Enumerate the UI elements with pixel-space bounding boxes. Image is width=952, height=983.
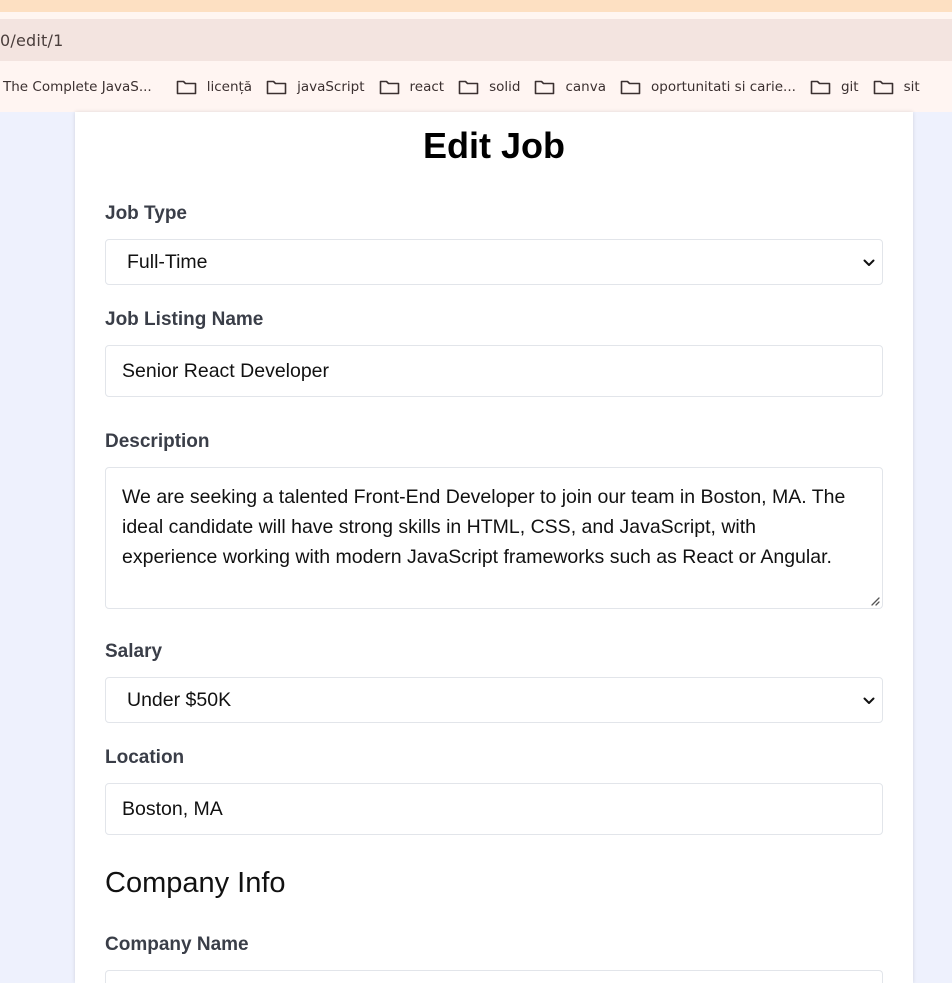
description-textarea[interactable]: We are seeking a talented Front-End Deve… xyxy=(105,467,883,609)
bookmark-label: oportunitati si carie... xyxy=(650,78,796,95)
folder-icon xyxy=(873,80,893,94)
salary-select[interactable]: Under $50K xyxy=(105,677,883,723)
bookmark-folder-canva[interactable]: canva xyxy=(527,74,613,100)
folder-icon xyxy=(810,80,831,94)
company-name-input[interactable] xyxy=(105,970,883,983)
location-input[interactable]: Boston, MA xyxy=(105,783,883,835)
bookmark-folder-git[interactable]: git xyxy=(803,74,866,100)
edit-job-card: Edit Job Job Type Full-Time Job Listing … xyxy=(75,112,913,983)
salary-label: Salary xyxy=(105,641,163,662)
address-bar-url[interactable]: 0/edit/1 xyxy=(0,31,63,50)
browser-strip-gap xyxy=(0,12,952,19)
salary-value: Under $50K xyxy=(127,688,232,711)
bookmark-folder-oportunitati[interactable]: oportunitati si carie... xyxy=(613,74,803,100)
description-line-2: ideal candidate will have strong skills … xyxy=(122,516,757,538)
bookmark-label: solid xyxy=(489,78,521,95)
company-name-label: Company Name xyxy=(105,934,249,955)
description-line-3: experience working with modern JavaScrip… xyxy=(122,546,832,568)
bookmark-label: licență xyxy=(206,78,253,95)
job-listing-name-input[interactable]: Senior React Developer xyxy=(105,345,883,397)
folder-icon xyxy=(458,80,479,94)
bookmark-label: The Complete JavaS... xyxy=(3,78,152,95)
company-info-heading: Company Info xyxy=(105,867,286,899)
bookmark-folder-solid[interactable]: solid xyxy=(451,74,527,100)
bookmark-folder-react[interactable]: react xyxy=(372,74,452,100)
chevron-down-icon xyxy=(863,697,875,704)
folder-icon xyxy=(535,80,555,94)
bookmark-folder-sit[interactable]: sit xyxy=(866,74,927,100)
address-bar[interactable] xyxy=(0,19,952,61)
chevron-down-icon xyxy=(863,259,875,266)
bookmark-label: react xyxy=(409,78,445,95)
bookmark-label: canva xyxy=(565,78,606,95)
job-listing-name-label: Job Listing Name xyxy=(105,309,264,330)
location-value: Boston, MA xyxy=(122,797,223,820)
bookmark-label: git xyxy=(840,78,859,95)
job-type-select[interactable]: Full-Time xyxy=(105,239,883,285)
bookmark-folder-licenta[interactable]: licență xyxy=(169,74,259,100)
page-title: Edit Job xyxy=(423,125,565,166)
folder-icon xyxy=(266,80,287,94)
bookmark-folder-javascript[interactable]: javaScript xyxy=(259,74,371,100)
folder-icon xyxy=(620,80,641,94)
bookmark-label: javaScript xyxy=(297,78,365,95)
description-label: Description xyxy=(105,431,210,452)
description-line-1: We are seeking a talented Front-End Deve… xyxy=(122,486,846,508)
bookmark-complete-javascript[interactable]: The Complete JavaS... xyxy=(0,74,159,100)
bookmarks-bar: The Complete JavaS... licență javaScript… xyxy=(0,61,952,112)
browser-top-strip xyxy=(0,0,952,12)
bookmark-label: sit xyxy=(903,78,920,95)
folder-icon xyxy=(379,80,399,94)
job-type-label: Job Type xyxy=(105,203,187,224)
folder-icon xyxy=(176,80,197,94)
resize-handle-icon[interactable] xyxy=(868,594,880,606)
job-listing-name-value: Senior React Developer xyxy=(122,359,330,382)
location-label: Location xyxy=(105,747,185,768)
job-type-value: Full-Time xyxy=(127,250,208,273)
